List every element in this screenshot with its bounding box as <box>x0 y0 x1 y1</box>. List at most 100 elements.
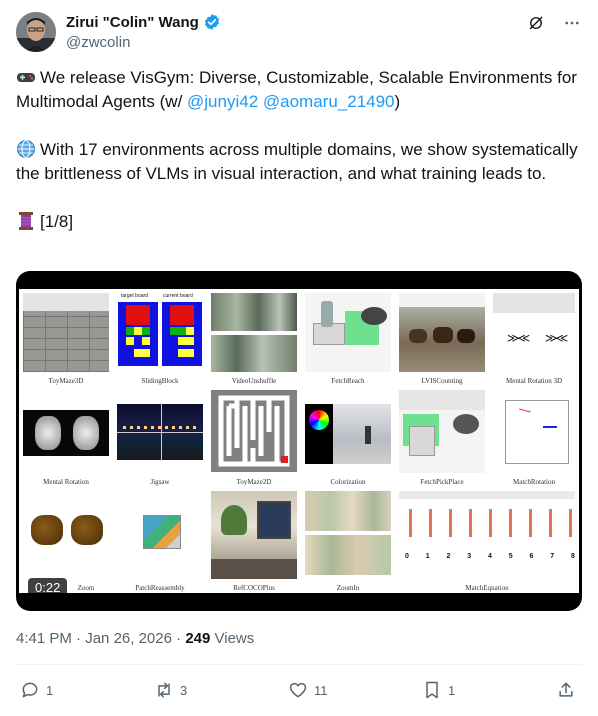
equation-digits-row: 0 1 2 3 4 5 6 7 8 <box>405 553 575 560</box>
env-cell-matcheq: 0 1 2 3 4 5 6 7 8 MatchEquation <box>395 487 579 593</box>
reply-button[interactable]: 1 <box>20 680 53 700</box>
tweet-meta: 4:41 PM · Jan 26, 2026 · 249 Views <box>16 630 254 647</box>
env-cell-matchrot: MatchRotation <box>489 386 579 487</box>
videounshuffle-caption: VideoUnshuffle <box>231 377 277 385</box>
more-options-icon[interactable] <box>562 13 582 33</box>
digit-2: 2 <box>446 553 451 560</box>
grok-icon[interactable] <box>526 13 546 33</box>
env-cell-jigsaw: Jigsaw <box>113 386 207 487</box>
bookmark-count: 1 <box>448 682 456 698</box>
repost-count: 3 <box>180 682 188 698</box>
colorization-caption: Colorization <box>330 478 366 486</box>
zoomin-thumbnail <box>305 491 391 579</box>
environment-grid: ToyMaze3D target board current board Sli… <box>19 289 579 593</box>
mentalrot3d-caption: Mental Rotation 3D <box>506 377 562 385</box>
tweet-time[interactable]: 4:41 PM <box>16 630 72 647</box>
patch-thumbnail <box>117 491 203 579</box>
fetchreach-thumbnail <box>305 293 391 372</box>
env-cell-colorization: Colorization <box>301 386 395 487</box>
share-button[interactable] <box>556 680 576 700</box>
matcheq-thumbnail: 0 1 2 3 4 5 6 7 8 <box>399 491 575 579</box>
fetchpick-caption: FetchPickPlace <box>420 478 464 486</box>
digit-4: 4 <box>488 553 492 560</box>
tweet-text: We release VisGym: Diverse, Customizable… <box>16 66 582 234</box>
avatar[interactable] <box>16 12 56 52</box>
fetchpick-thumbnail <box>399 390 485 473</box>
env-cell-mentalrot3d: ≫≪ ≫≪ Mental Rotation 3D <box>489 289 579 386</box>
verified-badge-icon <box>203 13 221 31</box>
like-count: 11 <box>314 682 328 698</box>
toymaze2d-caption: ToyMaze2D <box>236 478 272 486</box>
target-board-label: target board <box>121 293 148 299</box>
toymaze3d-caption: ToyMaze3D <box>48 377 84 385</box>
zoom-caption: Zoom <box>77 584 95 592</box>
env-cell-slidingblock: target board current board SlidingBlock <box>113 289 207 386</box>
thread-marker: [1/8] <box>40 212 74 231</box>
zoom-thumbnail <box>23 491 109 579</box>
digit-3: 3 <box>467 553 472 560</box>
tweet-paragraph-3: [1/8] <box>16 210 582 234</box>
matcheq-caption: MatchEquation <box>465 584 509 592</box>
views-count: 249 <box>185 630 211 647</box>
action-bar: 1 3 11 1 <box>16 680 582 704</box>
slidingblock-caption: SlidingBlock <box>141 377 179 385</box>
lvis-thumbnail <box>399 293 485 372</box>
author-handle[interactable]: @zwcolin <box>66 34 130 51</box>
refcoco-thumbnail <box>211 491 297 579</box>
bookmark-icon <box>422 680 442 700</box>
env-cell-refcoco: RefCOCOPlus <box>207 487 301 593</box>
views-label: Views <box>214 630 255 647</box>
matchrot-thumbnail <box>493 390 575 473</box>
slidingblock-thumbnail: target board current board <box>117 293 203 372</box>
tweet-paragraph-2: With 17 environments across multiple dom… <box>16 138 582 186</box>
jigsaw-thumbnail <box>117 390 203 473</box>
env-cell-lvis: LVISCounting <box>395 289 489 386</box>
divider <box>16 664 582 665</box>
digit-0: 0 <box>405 553 409 560</box>
tweet-line1-end: ) <box>394 92 401 111</box>
author-name-row[interactable]: Zirui "Colin" Wang <box>66 13 221 31</box>
refcoco-caption: RefCOCOPlus <box>233 584 275 592</box>
tweet: Zirui "Colin" Wang @zwcolin We release V… <box>0 0 598 716</box>
env-cell-mentalrot: Mental Rotation <box>19 386 113 487</box>
mention-aomaru[interactable]: @aomaru_21490 <box>263 92 395 111</box>
meta-separator: · <box>76 630 82 647</box>
mentalrot3d-thumbnail: ≫≪ ≫≪ <box>493 293 575 372</box>
tweet-line2-text: With 17 environments across multiple dom… <box>16 140 578 183</box>
heart-icon <box>288 680 308 700</box>
bookmark-button[interactable]: 1 <box>422 680 455 700</box>
tweet-date[interactable]: Jan 26, 2026 <box>85 630 172 647</box>
repost-icon <box>154 680 174 700</box>
digit-7: 7 <box>550 553 555 560</box>
toymaze3d-thumbnail <box>23 293 109 372</box>
video-duration-badge: 0:22 <box>28 578 68 597</box>
mention-junyi42[interactable]: @junyi42 <box>187 92 258 111</box>
current-board-label: current board <box>163 293 193 299</box>
digit-1: 1 <box>425 553 430 560</box>
env-cell-zoomin: ZoomIn <box>301 487 395 593</box>
globe-icon <box>16 139 36 159</box>
reply-count: 1 <box>46 682 54 698</box>
thread-spool-icon <box>16 211 36 231</box>
digit-6: 6 <box>529 553 534 560</box>
digit-5: 5 <box>508 553 513 560</box>
share-icon <box>556 680 576 700</box>
digit-8: 8 <box>571 553 575 560</box>
env-cell-toymaze3d: ToyMaze3D <box>19 289 113 386</box>
lvis-caption: LVISCounting <box>421 377 463 385</box>
mentalrot-caption: Mental Rotation <box>43 478 89 486</box>
author-display-name[interactable]: Zirui "Colin" Wang <box>66 14 199 31</box>
video-player[interactable]: ToyMaze3D target board current board Sli… <box>16 271 582 611</box>
colorization-thumbnail <box>305 390 391 473</box>
gamepad-icon <box>16 67 36 87</box>
repost-button[interactable]: 3 <box>154 680 187 700</box>
meta-separator-2: · <box>176 630 182 647</box>
videounshuffle-thumbnail <box>211 293 297 372</box>
fetchreach-caption: FetchReach <box>331 377 365 385</box>
env-cell-toymaze2d: ToyMaze2D <box>207 386 301 487</box>
jigsaw-caption: Jigsaw <box>150 478 170 486</box>
mentalrot-thumbnail <box>23 390 109 473</box>
zoomin-caption: ZoomIn <box>336 584 360 592</box>
like-button[interactable]: 11 <box>288 680 328 700</box>
toymaze2d-thumbnail <box>211 390 297 473</box>
